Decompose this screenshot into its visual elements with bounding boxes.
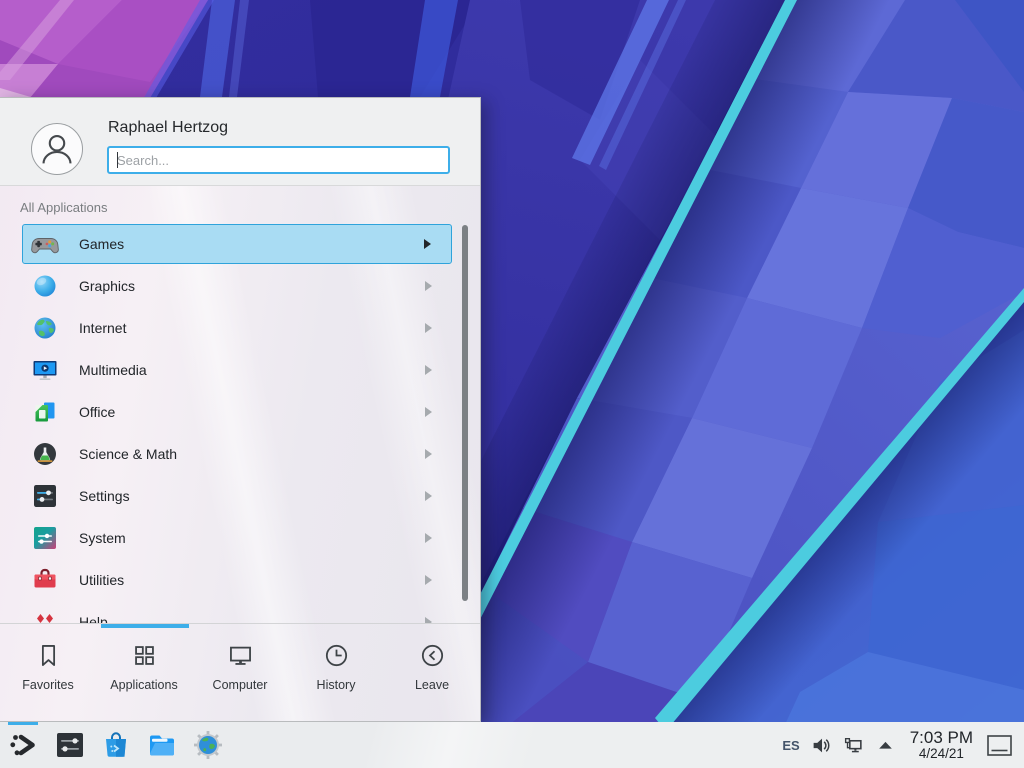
category-label: Games	[79, 236, 124, 252]
expand-tray-icon[interactable]	[875, 735, 896, 756]
category-label: Utilities	[79, 572, 124, 588]
launcher-footer: Favorites Applications Computer History …	[0, 623, 480, 721]
settings-sliders-icon	[31, 482, 59, 510]
taskbar-panel: ES 7:03 PM 4/24/21	[0, 722, 1024, 768]
app-grid-icon	[131, 642, 158, 669]
category-item-science-math[interactable]: Science & Math	[22, 434, 452, 474]
keyboard-layout-indicator[interactable]: ES	[782, 738, 799, 753]
computer-icon	[227, 642, 254, 669]
multimedia-monitor-icon	[31, 356, 59, 384]
section-label: All Applications	[20, 200, 107, 215]
user-name: Raphael Hertzog	[108, 119, 228, 137]
launcher-header: Raphael Hertzog	[0, 98, 480, 186]
tab-label: Leave	[415, 678, 449, 692]
category-list: Games Graphics Internet Multimedia Offic…	[0, 224, 480, 623]
launcher-file-manager[interactable]	[144, 722, 180, 768]
category-label: Settings	[79, 488, 130, 504]
category-item-games[interactable]: Games	[22, 224, 452, 264]
submenu-arrow-icon	[424, 239, 431, 249]
tab-label: Computer	[213, 678, 268, 692]
launcher-web-browser[interactable]	[190, 722, 226, 768]
category-item-help[interactable]: Help	[22, 602, 452, 623]
category-item-office[interactable]: Office	[22, 392, 452, 432]
category-item-internet[interactable]: Internet	[22, 308, 452, 348]
globe-gear-icon	[192, 729, 224, 761]
application-launcher: Raphael Hertzog All Applications Games G…	[0, 97, 481, 722]
tab-label: Applications	[110, 678, 177, 692]
scrollbar-thumb[interactable]	[462, 225, 468, 601]
submenu-arrow-icon	[425, 533, 432, 543]
tab-history[interactable]: History	[288, 642, 384, 721]
tab-label: History	[317, 678, 356, 692]
category-label: Help	[79, 614, 108, 623]
discover-bag-icon	[100, 729, 132, 761]
tab-label: Favorites	[22, 678, 73, 692]
network-icon[interactable]	[843, 735, 864, 756]
gamepad-icon	[31, 230, 59, 258]
task-launchers	[6, 722, 226, 768]
category-item-graphics[interactable]: Graphics	[22, 266, 452, 306]
category-item-utilities[interactable]: Utilities	[22, 560, 452, 600]
graphics-sphere-icon	[31, 272, 59, 300]
clock[interactable]: 7:03 PM 4/24/21	[910, 729, 973, 761]
show-desktop-button[interactable]	[986, 734, 1013, 757]
internet-globe-icon	[31, 314, 59, 342]
category-item-system[interactable]: System	[22, 518, 452, 558]
search-input[interactable]	[107, 146, 450, 174]
text-caret	[117, 152, 118, 168]
submenu-arrow-icon	[425, 365, 432, 375]
tab-leave[interactable]: Leave	[384, 642, 480, 721]
category-label: Graphics	[79, 278, 135, 294]
category-label: Science & Math	[79, 446, 177, 462]
submenu-arrow-icon	[425, 575, 432, 585]
volume-icon[interactable]	[811, 735, 832, 756]
desktop: Raphael Hertzog All Applications Games G…	[0, 0, 1024, 768]
active-tab-indicator	[101, 624, 189, 628]
submenu-arrow-icon	[425, 491, 432, 501]
category-label: Multimedia	[79, 362, 147, 378]
launcher-discover[interactable]	[98, 722, 134, 768]
submenu-arrow-icon	[425, 323, 432, 333]
clock-date: 4/24/21	[919, 747, 964, 761]
tab-computer[interactable]: Computer	[192, 642, 288, 721]
category-item-settings[interactable]: Settings	[22, 476, 452, 516]
system-sliders-icon	[31, 524, 59, 552]
submenu-arrow-icon	[425, 449, 432, 459]
tab-bar: Favorites Applications Computer History …	[0, 624, 480, 721]
help-icon	[31, 608, 59, 623]
folder-icon	[146, 729, 178, 761]
avatar	[31, 123, 83, 175]
kickoff-icon	[8, 729, 40, 761]
category-label: System	[79, 530, 126, 546]
category-list-viewport: All Applications Games Graphics Internet…	[0, 187, 480, 623]
bookmark-icon	[35, 642, 62, 669]
system-settings-icon	[54, 729, 86, 761]
launcher-kickoff-launcher[interactable]	[6, 722, 42, 768]
submenu-arrow-icon	[425, 407, 432, 417]
category-label: Internet	[79, 320, 126, 336]
show-desktop-icon	[986, 734, 1013, 757]
system-tray: ES 7:03 PM 4/24/21	[782, 722, 1024, 768]
submenu-arrow-icon	[425, 281, 432, 291]
science-flask-icon	[31, 440, 59, 468]
history-clock-icon	[323, 642, 350, 669]
tab-favorites[interactable]: Favorites	[0, 642, 96, 721]
launcher-system-settings[interactable]	[52, 722, 88, 768]
tab-applications[interactable]: Applications	[96, 642, 192, 721]
active-task-indicator	[8, 722, 38, 725]
leave-icon	[419, 642, 446, 669]
clock-time: 7:03 PM	[910, 729, 973, 747]
category-item-multimedia[interactable]: Multimedia	[22, 350, 452, 390]
utilities-toolbox-icon	[31, 566, 59, 594]
office-documents-icon	[31, 398, 59, 426]
category-label: Office	[79, 404, 115, 420]
